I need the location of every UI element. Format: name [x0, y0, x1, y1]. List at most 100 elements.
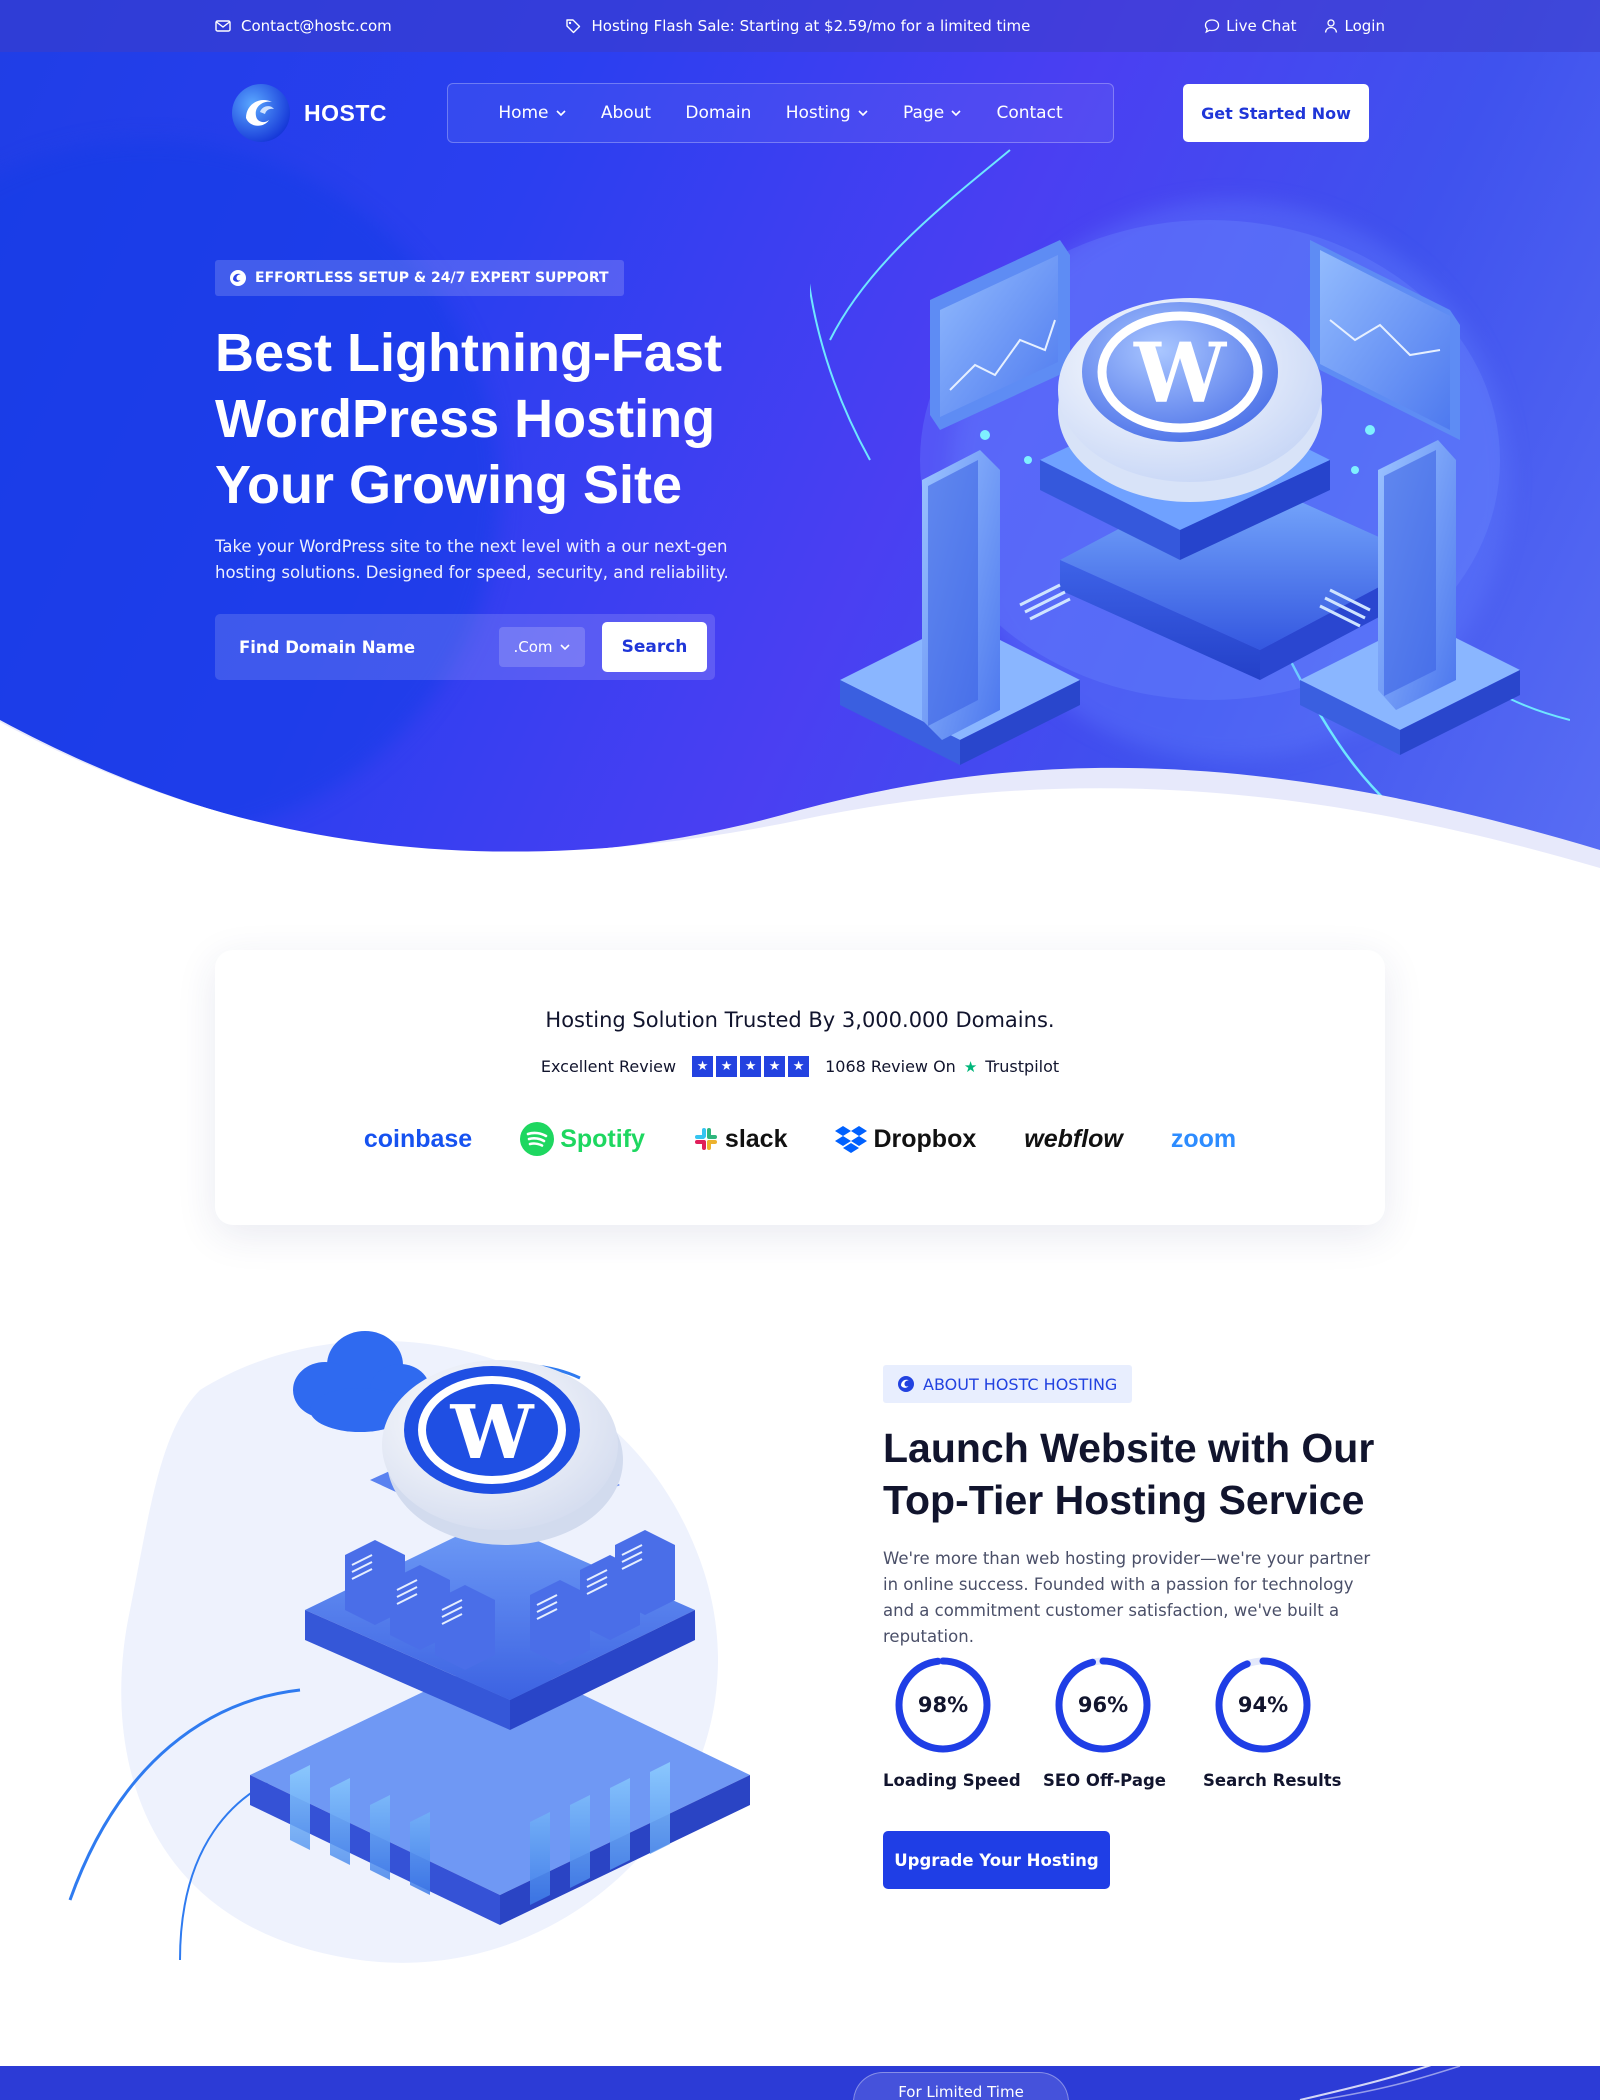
star-icon: ★ [764, 1056, 786, 1077]
about-title: Launch Website with Our Top-Tier Hosting… [883, 1422, 1403, 1526]
about-eyebrow-text: ABOUT HOSTC HOSTING [923, 1374, 1118, 1394]
get-started-button[interactable]: Get Started Now [1183, 84, 1369, 142]
hostc-logo-icon [230, 270, 246, 286]
promo-banner[interactable]: Hosting Flash Sale: Starting at $2.59/mo… [565, 17, 1030, 35]
about-title-line: Launch Website with Our [883, 1425, 1375, 1471]
stat-value: 96% [1077, 1693, 1129, 1717]
review-platform[interactable]: Trustpilot [985, 1057, 1059, 1076]
login-label: Login [1344, 17, 1385, 35]
upgrade-hosting-button[interactable]: Upgrade Your Hosting [883, 1831, 1110, 1889]
main-nav: Home About Domain Hosting Page Contact [447, 83, 1114, 143]
chevron-down-icon [858, 110, 868, 117]
star-icon: ★ [692, 1056, 714, 1077]
brand-logo-text: slack [724, 1124, 788, 1153]
brand-logo-zoom: zoom [1171, 1125, 1236, 1154]
spotify-icon [520, 1122, 555, 1156]
about-server-illustration: W [68, 1331, 750, 1963]
nav-label: Page [903, 103, 945, 123]
nav-label: Home [498, 103, 549, 123]
live-chat-link[interactable]: Live Chat [1204, 17, 1297, 35]
stat-label: Search Results [1203, 1771, 1342, 1790]
domain-search-form: .Com Search [215, 614, 715, 680]
chat-icon [1204, 19, 1220, 34]
topbar-actions: Live Chat Login [1204, 17, 1385, 35]
trust-title: Hosting Solution Trusted By 3,000.000 Do… [545, 1008, 1055, 1032]
hero-eyebrow-badge: EFFORTLESS SETUP & 24/7 EXPERT SUPPORT [215, 260, 624, 296]
about-stats: 98% Loading Speed 96% SEO Off-Page 94% S… [883, 1655, 1363, 1790]
trustpilot-star-icon: ★ [963, 1057, 978, 1076]
login-link[interactable]: Login [1323, 17, 1385, 35]
hero-eyebrow-text: EFFORTLESS SETUP & 24/7 EXPERT SUPPORT [255, 270, 609, 286]
about-title-line: Top-Tier Hosting Service [883, 1477, 1365, 1523]
nav-item-contact[interactable]: Contact [996, 103, 1062, 123]
nav-label: Domain [685, 103, 752, 123]
progress-ring: 98% [893, 1655, 993, 1755]
brand-logo-text: webflow [1024, 1124, 1123, 1153]
nav-item-about[interactable]: About [601, 103, 651, 123]
stat-seo-off-page: 96% SEO Off-Page [1043, 1655, 1203, 1790]
hero-title-line: Your Growing Site [215, 455, 683, 515]
brand-logo-text: zoom [1170, 1124, 1237, 1153]
stat-label: Loading Speed [883, 1771, 1021, 1790]
limited-offer-section: For Limited Time [0, 2066, 1600, 2100]
brand-logo-slack: slack [693, 1124, 788, 1154]
hero-title-line: Best Lightning-Fast [215, 323, 722, 383]
hero-title: Best Lightning-Fast WordPress Hosting Yo… [215, 320, 775, 518]
hero-section: Contact@hostc.com Hosting Flash Sale: St… [0, 0, 1600, 930]
star-icon: ★ [740, 1056, 762, 1077]
review-label: Excellent Review [540, 1057, 677, 1076]
contact-email-text: Contact@hostc.com [241, 17, 392, 35]
nav-label: Hosting [785, 103, 851, 123]
brand-logo-text: Dropbox [873, 1124, 977, 1153]
star-icon: ★ [716, 1056, 738, 1077]
brand-logos: coinbase Spotify slack Dropbox webflow z [215, 1122, 1385, 1156]
live-chat-label: Live Chat [1226, 17, 1297, 35]
svg-text:W: W [1133, 326, 1228, 422]
nav-label: Contact [996, 103, 1063, 123]
review-summary: Excellent Review ★ ★ ★ ★ ★ 1068 Review O… [215, 1056, 1385, 1077]
hero-title-line: WordPress Hosting [215, 389, 716, 449]
chevron-down-icon [951, 110, 961, 117]
brand-logo-spotify: Spotify [520, 1122, 645, 1156]
hero-description: Take your WordPress site to the next lev… [215, 537, 729, 582]
stat-search-results: 94% Search Results [1203, 1655, 1363, 1790]
about-eyebrow-badge: ABOUT HOSTC HOSTING [883, 1365, 1133, 1403]
rating-stars: ★ ★ ★ ★ ★ [692, 1056, 810, 1077]
progress-ring: 94% [1213, 1655, 1313, 1755]
stat-loading-speed: 98% Loading Speed [883, 1655, 1043, 1790]
promo-text: Hosting Flash Sale: Starting at $2.59/mo… [591, 17, 1031, 35]
strip-decoration [1299, 2066, 1461, 2100]
mail-icon [215, 20, 231, 32]
user-icon [1324, 19, 1337, 33]
stat-label: SEO Off-Page [1043, 1771, 1166, 1790]
domain-search-input[interactable] [215, 614, 485, 680]
about-description: We're more than web hosting provider—we'… [883, 1549, 1371, 1646]
contact-email[interactable]: Contact@hostc.com [215, 17, 392, 35]
search-button[interactable]: Search [602, 622, 707, 672]
trust-card: Hosting Solution Trusted By 3,000.000 Do… [215, 950, 1385, 1225]
slack-icon [694, 1128, 717, 1150]
hostc-logo-icon [898, 1376, 914, 1392]
tld-select[interactable]: .Com [499, 627, 585, 667]
tag-icon [566, 19, 581, 34]
nav-item-page[interactable]: Page [903, 103, 962, 123]
progress-ring: 96% [1053, 1655, 1153, 1755]
hostc-logo-icon [232, 84, 290, 142]
top-bar: Contact@hostc.com Hosting Flash Sale: St… [0, 0, 1600, 52]
star-icon: ★ [788, 1056, 810, 1077]
brand-logo-dropbox: Dropbox [835, 1125, 976, 1154]
dropbox-icon [835, 1126, 868, 1153]
hero-bottom-wave [0, 720, 1600, 930]
site-logo[interactable]: HOSTC [230, 82, 387, 144]
nav-item-home[interactable]: Home [498, 103, 566, 123]
brand-logo-text: Spotify [560, 1124, 645, 1153]
brand-logo-text: coinbase [363, 1124, 473, 1153]
brand-logo-coinbase: coinbase [364, 1125, 472, 1154]
nav-item-domain[interactable]: Domain [685, 103, 751, 123]
nav-label: About [600, 103, 652, 123]
stat-value: 94% [1237, 1693, 1289, 1717]
limited-time-pill: For Limited Time [853, 2072, 1069, 2100]
nav-item-hosting[interactable]: Hosting [786, 103, 869, 123]
review-count: 1068 Review On [825, 1057, 956, 1076]
chevron-down-icon [555, 110, 566, 117]
